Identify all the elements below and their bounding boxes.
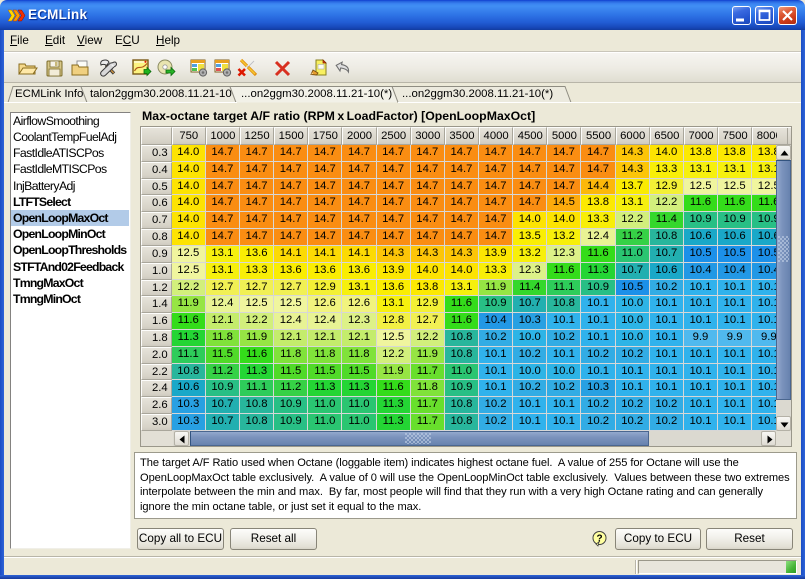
svg-text:?: ?	[596, 534, 602, 545]
